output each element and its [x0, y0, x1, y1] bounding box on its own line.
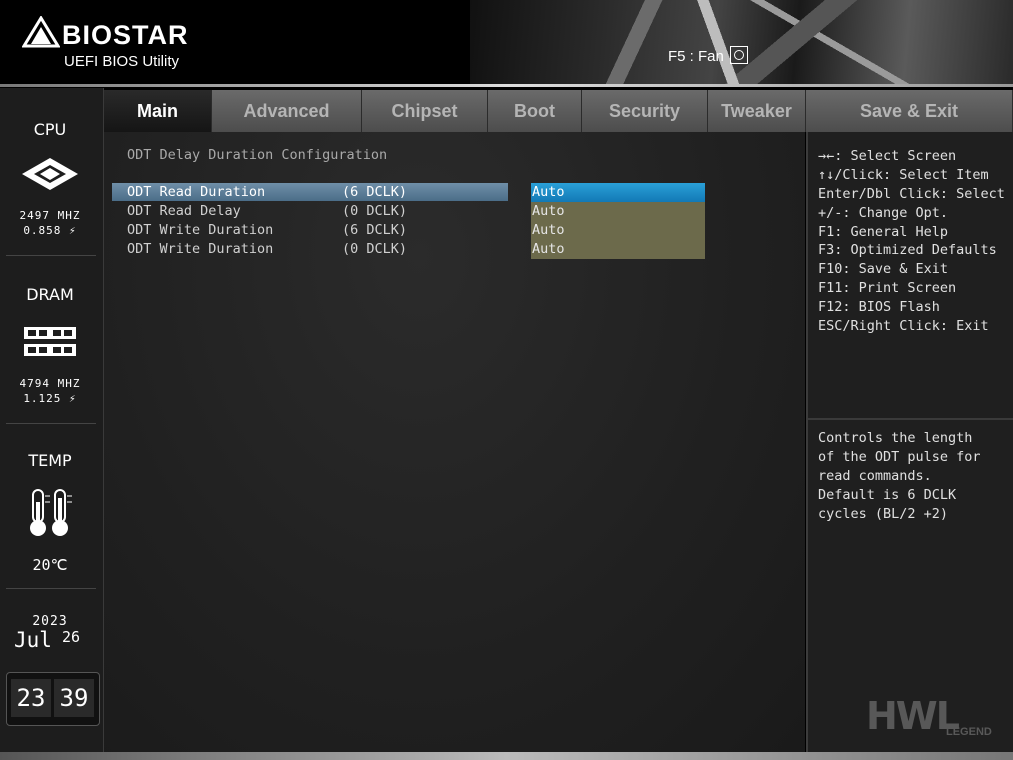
key-hint: F11: Print Screen — [818, 280, 957, 297]
status-sidebar: CPU 2497 MHZ 0.858 ⚡ DRAM 4794 MHZ 1.125… — [0, 88, 104, 756]
tab-main[interactable]: Main — [104, 90, 212, 132]
clock-hours: 23 — [11, 679, 51, 717]
watermark-logo: HWL LEGEND — [866, 694, 1013, 750]
option-value: Auto — [532, 222, 565, 238]
dram-module-icon — [24, 327, 76, 356]
key-hint: F10: Save & Exit — [818, 261, 949, 278]
tab-security[interactable]: Security — [582, 90, 708, 132]
section-title: ODT Delay Duration Configuration — [127, 147, 388, 163]
setting-label: ODT Read Delay — [127, 203, 241, 219]
biostar-logo-icon — [22, 16, 60, 48]
option-value: Auto — [532, 184, 565, 200]
tab-advanced[interactable]: Advanced — [212, 90, 362, 132]
key-hint: F12: BIOS Flash — [818, 299, 940, 316]
option-value: Auto — [532, 241, 565, 257]
setting-label: ODT Write Duration — [127, 222, 274, 238]
help-description: Controls the length of the ODT pulse for… — [818, 430, 981, 522]
header-divider — [0, 84, 1013, 87]
key-hint: Enter/Dbl Click: Select — [818, 185, 1005, 202]
clock-display: 23 39 — [6, 672, 100, 726]
setting-current-value: (0 DCLK) — [342, 203, 408, 219]
tab-boot[interactable]: Boot — [488, 90, 582, 132]
setting-label: ODT Write Duration — [127, 241, 274, 257]
key-hint: ↑↓/Click: Select Item — [818, 166, 989, 183]
setting-row-odt-read-delay[interactable]: ODT Read Delay (0 DCLK) — [112, 202, 508, 220]
sidebar-divider — [6, 588, 96, 589]
setting-option-select[interactable]: Auto — [531, 183, 705, 202]
setting-option-select[interactable]: Auto — [531, 240, 705, 259]
temp-title: TEMP — [28, 451, 72, 470]
sidebar-divider — [6, 255, 96, 256]
fan-control-button[interactable]: F5 : Fan — [668, 46, 748, 65]
tab-chipset[interactable]: Chipset — [362, 90, 488, 132]
key-hint: F3: Optimized Defaults — [818, 242, 997, 259]
key-hint: F1: General Help — [818, 223, 949, 240]
footer-bar — [0, 752, 1013, 760]
cpu-chip-icon — [22, 158, 78, 190]
dram-frequency: 4794 MHZ — [19, 377, 81, 390]
cpu-title: CPU — [33, 120, 67, 139]
tab-save-exit[interactable]: Save & Exit — [806, 90, 1013, 132]
help-divider — [808, 418, 1013, 420]
dram-title: DRAM — [26, 285, 74, 304]
setting-label: ODT Read Duration — [127, 184, 266, 200]
brand-name: BIOSTAR — [62, 20, 189, 50]
setting-option-select[interactable]: Auto — [531, 202, 705, 221]
sidebar-divider — [6, 423, 96, 424]
setting-current-value: (6 DCLK) — [342, 222, 408, 238]
brand-subtitle: UEFI BIOS Utility — [64, 53, 180, 70]
date-year: 2023 — [32, 614, 68, 629]
fan-icon — [729, 46, 748, 64]
key-hint: ESC/Right Click: Exit — [818, 318, 989, 335]
key-legend: →←: Select Screen ↑↓/Click: Select Item … — [818, 147, 1005, 336]
cpu-voltage: 0.858 ⚡ — [23, 224, 77, 237]
settings-panel: ODT Delay Duration Configuration ODT Rea… — [104, 132, 805, 752]
tab-tweaker[interactable]: Tweaker — [708, 90, 806, 132]
setting-row-odt-write-duration-2[interactable]: ODT Write Duration (0 DCLK) — [112, 240, 508, 258]
setting-row-odt-read-duration[interactable]: ODT Read Duration (6 DCLK) — [112, 183, 508, 201]
header-bar: BIOSTAR UEFI BIOS Utility F5 : Fan — [0, 0, 1013, 86]
thermometer-icon — [30, 489, 72, 536]
setting-option-select[interactable]: Auto — [531, 221, 705, 240]
help-panel: →←: Select Screen ↑↓/Click: Select Item … — [806, 132, 1013, 752]
date-day: 26 — [62, 628, 81, 646]
clock-minutes: 39 — [54, 679, 94, 717]
setting-row-odt-write-duration[interactable]: ODT Write Duration (6 DCLK) — [112, 221, 508, 239]
dram-voltage: 1.125 ⚡ — [23, 392, 77, 405]
fan-label: F5 : Fan — [668, 48, 724, 65]
main-tabs: Main Advanced Chipset Boot Security Twea… — [104, 90, 1013, 132]
setting-current-value: (6 DCLK) — [342, 184, 408, 200]
setting-current-value: (0 DCLK) — [342, 241, 408, 257]
watermark-subtext: LEGEND — [946, 726, 992, 738]
cpu-frequency: 2497 MHZ — [19, 209, 81, 222]
temp-value: 20℃ — [32, 556, 68, 574]
key-hint: →←: Select Screen — [818, 148, 957, 164]
option-value: Auto — [532, 203, 565, 219]
watermark-text: HWL — [866, 694, 960, 738]
date-month: Jul — [14, 628, 52, 652]
key-hint: +/-: Change Opt. — [818, 204, 949, 221]
header-art — [470, 0, 1013, 86]
